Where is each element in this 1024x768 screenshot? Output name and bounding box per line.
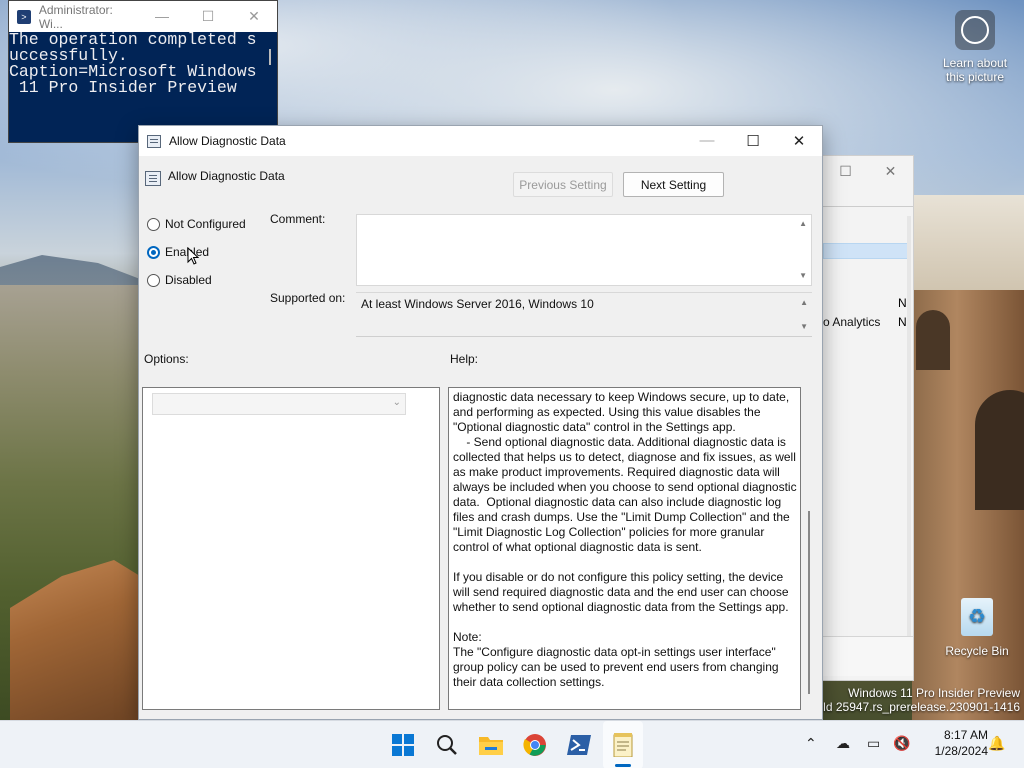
network-icon[interactable]: ▭ [867,735,880,752]
minimize-button[interactable]: — [684,132,730,150]
clock-date: 1/28/2024 [934,744,988,758]
help-panel[interactable]: diagnostic data necessary to keep Window… [448,387,801,710]
bg-scrollbar[interactable] [907,216,911,636]
previous-setting-button[interactable]: Previous Setting [513,172,613,197]
policy-setting-dialog[interactable]: Allow Diagnostic Data — ☐ ✕ Allow Diagno… [138,125,823,720]
maximize-button[interactable]: ☐ [185,8,231,25]
chevron-up-icon[interactable]: ⌃ [805,735,817,752]
clock[interactable]: 8:17 AM 1/28/2024 [918,727,988,759]
powershell-icon: > [17,9,31,24]
comment-textarea[interactable]: ▲ ▼ [356,214,812,286]
policy-icon [147,134,161,148]
wallpaper-town [912,195,1024,295]
wallpaper-arch [975,390,1024,510]
chevron-down-icon: ⌄ [392,397,401,408]
watermark-build: Build 25947.rs_prerelease.230901-1416 [805,700,1020,714]
scroll-up-arrow-icon[interactable]: ▲ [800,298,808,307]
active-app-indicator [615,764,631,767]
watermark-edition: Windows 11 Pro Insider Preview [848,686,1020,700]
options-label: Options: [144,352,189,366]
bg-selected-row[interactable] [823,243,909,259]
recycle-icon: ♻ [961,598,993,636]
mouse-cursor-icon [187,247,199,265]
wallpaper-arch-small [916,310,950,370]
radio-not-configured[interactable]: Not Configured [147,217,246,231]
radio-label: Disabled [165,273,212,287]
learn-about-label: Learn about this picture [942,56,1008,84]
notepad-icon[interactable] [607,729,639,761]
powershell-icon[interactable] [563,729,595,761]
recycle-bin-label: Recycle Bin [945,644,1009,658]
scroll-up-arrow-icon[interactable]: ▲ [799,219,807,228]
dialog-title: Allow Diagnostic Data [169,134,286,148]
close-button[interactable]: ✕ [231,8,277,25]
radio-label: Not Configured [165,217,246,231]
comment-label: Comment: [270,212,326,226]
chrome-icon[interactable] [519,729,551,761]
learn-about-picture-icon[interactable]: Learn about this picture [938,10,1012,84]
clock-time: 8:17 AM [943,728,988,742]
camera-icon [955,10,995,50]
help-label: Help: [450,352,479,366]
maximize-button[interactable]: ☐ [730,132,776,150]
volume-muted-icon[interactable]: 🔇 [893,735,910,752]
console-title: Administrator: Wi... [38,2,113,31]
scroll-down-arrow-icon[interactable]: ▼ [800,322,808,331]
console-output: The operation completed s uccessfully. C… [9,30,257,97]
bg-close-button[interactable]: ✕ [868,163,913,180]
notification-bell-icon[interactable]: 🔔 [988,735,1005,752]
group-policy-editor-window[interactable]: ☐ ✕ N o Analytics N [822,155,914,681]
next-setting-button[interactable]: Next Setting [623,172,724,197]
radio-disabled[interactable]: Disabled [147,273,212,287]
powershell-window[interactable]: > Administrator: Wi... — ☐ ✕ The operati… [8,0,278,143]
options-panel: ⌄ [142,387,440,710]
search-icon[interactable] [431,729,463,761]
radio-circle-selected[interactable] [147,245,160,259]
console-titlebar[interactable]: > Administrator: Wi... — ☐ ✕ [9,1,277,32]
bg-state-cell-2: N [898,315,907,329]
bg-policy-name[interactable]: o Analytics [823,315,880,329]
supported-on-value: At least Windows Server 2016, Windows 10 [361,297,594,311]
scroll-down-arrow-icon[interactable]: ▼ [799,271,807,280]
radio-enabled[interactable]: Enabled [147,245,209,259]
taskbar: ⌃ ☁ ▭ 🔇 8:17 AM 1/28/2024 🔔 [0,720,1024,768]
onedrive-icon[interactable]: ☁ [836,735,850,752]
close-button[interactable]: ✕ [776,132,822,150]
radio-circle[interactable] [147,273,160,287]
help-text: diagnostic data necessary to keep Window… [453,390,797,689]
bg-divider [823,206,913,207]
supported-on-field: At least Windows Server 2016, Windows 10… [356,292,812,337]
windows-watermark: Windows 11 Pro Insider Preview Build 259… [806,686,1020,714]
policy-header-icon [145,171,161,186]
minimize-button[interactable]: — [139,8,185,25]
file-explorer-icon[interactable] [475,729,507,761]
console-scrollbar[interactable] [269,49,271,65]
dialog-titlebar[interactable]: Allow Diagnostic Data — ☐ ✕ [139,126,822,156]
bg-maximize-button[interactable]: ☐ [823,163,868,180]
options-dropdown[interactable]: ⌄ [152,393,406,415]
supported-on-label: Supported on: [270,291,346,305]
start-icon[interactable] [387,729,419,761]
bg-statusbar [823,636,913,676]
radio-circle[interactable] [147,217,160,231]
help-scrollbar-thumb[interactable] [808,511,810,694]
recycle-bin-icon[interactable]: ♻ Recycle Bin [940,598,1014,658]
bg-state-cell: N [898,296,907,310]
policy-header-title: Allow Diagnostic Data [168,169,285,183]
